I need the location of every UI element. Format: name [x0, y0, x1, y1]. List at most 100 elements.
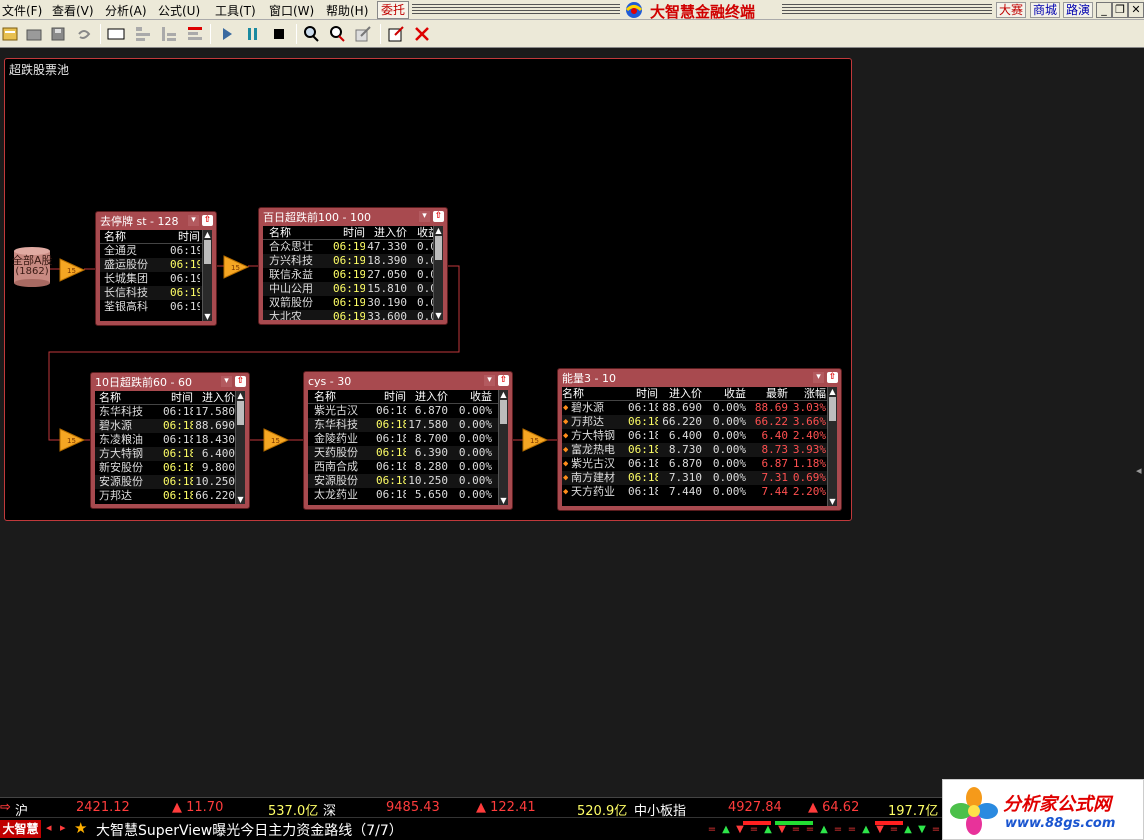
- table-row[interactable]: 方兴科技 06:1918.390 0.00%: [263, 254, 433, 268]
- panel-menu-icon[interactable]: ▾: [188, 215, 199, 226]
- layout-a-icon[interactable]: [133, 24, 153, 44]
- contest-link[interactable]: 大赛: [996, 2, 1027, 18]
- panel-pin-icon[interactable]: ⇧: [827, 372, 838, 383]
- menu-formula[interactable]: 公式(U): [158, 2, 200, 19]
- new-file-icon[interactable]: [0, 24, 20, 44]
- column-header[interactable]: 收益: [417, 226, 433, 240]
- roadshow-link[interactable]: 路演: [1063, 2, 1094, 18]
- column-header[interactable]: 最新: [754, 387, 788, 401]
- panel-cys[interactable]: cys - 30 ▾ ⇧ 名称 时间 进入价 收益 紫光古汉 06:18 6.870 0.00% 东华…: [303, 371, 513, 510]
- table-row[interactable]: 全通灵 06:19: [100, 244, 202, 258]
- scroll-down-icon[interactable]: ▼: [499, 496, 508, 505]
- column-header[interactable]: 时间: [163, 391, 193, 405]
- table-row[interactable]: 长信科技 06:19: [100, 286, 202, 300]
- panel-pin-icon[interactable]: ⇧: [202, 215, 213, 226]
- panel-header[interactable]: 10日超跌前60 - 60 ▾ ⇧: [94, 376, 246, 390]
- scroll-thumb[interactable]: [500, 400, 507, 424]
- search-icon[interactable]: [301, 24, 321, 44]
- scroll-down-icon[interactable]: ▼: [236, 495, 245, 504]
- scroll-up-icon[interactable]: ▲: [828, 387, 837, 396]
- column-header[interactable]: 时间: [333, 226, 365, 240]
- column-header[interactable]: 进入价: [408, 390, 448, 404]
- table-row[interactable]: 方大特钢 06:18 6.400: [95, 447, 235, 461]
- column-header[interactable]: 名称: [269, 226, 325, 240]
- table-row[interactable]: 东凌粮油 06:18 18.430: [95, 433, 235, 447]
- scroll-up-icon[interactable]: ▲: [434, 226, 443, 235]
- vertical-scrollbar[interactable]: ▲ ▼: [202, 230, 212, 321]
- pause-icon[interactable]: [243, 24, 263, 44]
- scroll-up-icon[interactable]: ▲: [499, 390, 508, 399]
- column-header[interactable]: 名称: [104, 230, 156, 244]
- table-row[interactable]: 碧水源 06:18 88.690: [95, 419, 235, 433]
- table-row[interactable]: 金陵药业 06:18 8.700 0.00%: [308, 432, 498, 446]
- vertical-scrollbar[interactable]: ▲ ▼: [433, 226, 443, 320]
- table-row[interactable]: 富龙热电 06:18 8.730 0.00% 8.73 3.93% ◆: [562, 443, 827, 457]
- table-row[interactable]: 长城集团 06:19: [100, 272, 202, 286]
- column-header[interactable]: 时间: [628, 387, 658, 401]
- scroll-thumb[interactable]: [204, 240, 211, 264]
- panel-header[interactable]: 去停牌 st - 128 ▾ ⇧: [99, 215, 213, 229]
- scroll-up-icon[interactable]: ▲: [236, 391, 245, 400]
- column-header[interactable]: 收益: [456, 390, 492, 404]
- filter-node-icon[interactable]: 15: [222, 254, 250, 280]
- table-row[interactable]: 天药股份 06:18 6.390 0.00%: [308, 446, 498, 460]
- table-row[interactable]: 合众思壮 06:1947.330 0.00%: [263, 240, 433, 254]
- vertical-scrollbar[interactable]: ▲ ▼: [235, 391, 245, 504]
- table-row[interactable]: 西南合成 06:18 8.280 0.00%: [308, 460, 498, 474]
- table-row[interactable]: 紫光古汉 06:18 6.870 0.00%: [308, 404, 498, 418]
- save-icon[interactable]: [48, 24, 68, 44]
- filter-node-icon[interactable]: 15: [58, 257, 86, 283]
- undo-icon[interactable]: [74, 24, 94, 44]
- panel-header[interactable]: 百日超跌前100 - 100 ▾ ⇧: [262, 211, 444, 225]
- close-icon[interactable]: [412, 24, 432, 44]
- table-row[interactable]: 东华科技 06:18 17.580 0.00%: [308, 418, 498, 432]
- filter-node-icon[interactable]: 15: [58, 427, 86, 453]
- table-row[interactable]: 万邦达 06:18 66.220 0.00% 66.22 3.66% ◆: [562, 415, 827, 429]
- ticker-text[interactable]: 大智慧SuperView曝光今日主力资金路线（7/7）: [96, 820, 403, 840]
- vertical-scrollbar[interactable]: ▲ ▼: [827, 387, 837, 506]
- column-header[interactable]: 进入价: [658, 387, 702, 401]
- table-row[interactable]: 荃银高科 06:19: [100, 300, 202, 314]
- scroll-thumb[interactable]: [829, 397, 836, 421]
- layout-b-icon[interactable]: [159, 24, 179, 44]
- scroll-thumb[interactable]: [237, 401, 244, 425]
- column-header[interactable]: 时间: [170, 230, 200, 244]
- brand-badge[interactable]: 大智慧: [0, 820, 41, 838]
- column-header[interactable]: 涨幅: [792, 387, 826, 401]
- table-row[interactable]: 南方建材 06:18 7.310 0.00% 7.31 0.69% ◆: [562, 471, 827, 485]
- table-row[interactable]: 中山公用 06:1915.810 0.00%: [263, 282, 433, 296]
- column-header[interactable]: 进入价: [191, 391, 235, 405]
- column-header[interactable]: 名称: [99, 391, 155, 405]
- formula-search-icon[interactable]: [327, 24, 347, 44]
- menu-analysis[interactable]: 分析(A): [105, 2, 147, 19]
- column-header[interactable]: 名称: [562, 387, 624, 401]
- prev-arrow-icon[interactable]: ◂: [46, 821, 52, 834]
- panel-10day-oversold[interactable]: 10日超跌前60 - 60 ▾ ⇧ 名称 时间 进入价 东华科技 06:18 17.580 碧水源…: [90, 372, 250, 509]
- panel-header[interactable]: cys - 30 ▾ ⇧: [307, 375, 509, 389]
- play-icon[interactable]: [217, 24, 237, 44]
- scroll-down-icon[interactable]: ▼: [434, 311, 443, 320]
- scroll-down-icon[interactable]: ▼: [828, 497, 837, 506]
- minimize-icon[interactable]: _: [1096, 2, 1112, 18]
- trade-button[interactable]: 委托: [377, 1, 409, 19]
- filter-node-icon[interactable]: 15: [521, 427, 549, 453]
- panel-pin-icon[interactable]: ⇧: [433, 211, 444, 222]
- column-header[interactable]: 进入价: [363, 226, 407, 240]
- scroll-up-icon[interactable]: ▲: [203, 230, 212, 239]
- panel-menu-icon[interactable]: ▾: [221, 376, 232, 387]
- filter-node-icon[interactable]: 15: [262, 427, 290, 453]
- scroll-down-icon[interactable]: ▼: [203, 312, 212, 321]
- restore-icon[interactable]: ❐: [1112, 2, 1128, 18]
- panel-menu-icon[interactable]: ▾: [813, 372, 824, 383]
- shop-link[interactable]: 商城: [1030, 2, 1061, 18]
- scroll-thumb[interactable]: [435, 236, 442, 260]
- column-header[interactable]: 收益: [708, 387, 746, 401]
- table-row[interactable]: 安源股份 06:18 10.250: [95, 475, 235, 489]
- table-row[interactable]: 万邦达 06:18 66.220: [95, 489, 235, 503]
- panel-pin-icon[interactable]: ⇧: [498, 375, 509, 386]
- panel-menu-icon[interactable]: ▾: [484, 375, 495, 386]
- table-row[interactable]: 盛运股份 06:19: [100, 258, 202, 272]
- menu-help[interactable]: 帮助(H): [326, 2, 368, 19]
- edit-icon[interactable]: [386, 24, 406, 44]
- table-row[interactable]: 双箭股份 06:1930.190 0.00%: [263, 296, 433, 310]
